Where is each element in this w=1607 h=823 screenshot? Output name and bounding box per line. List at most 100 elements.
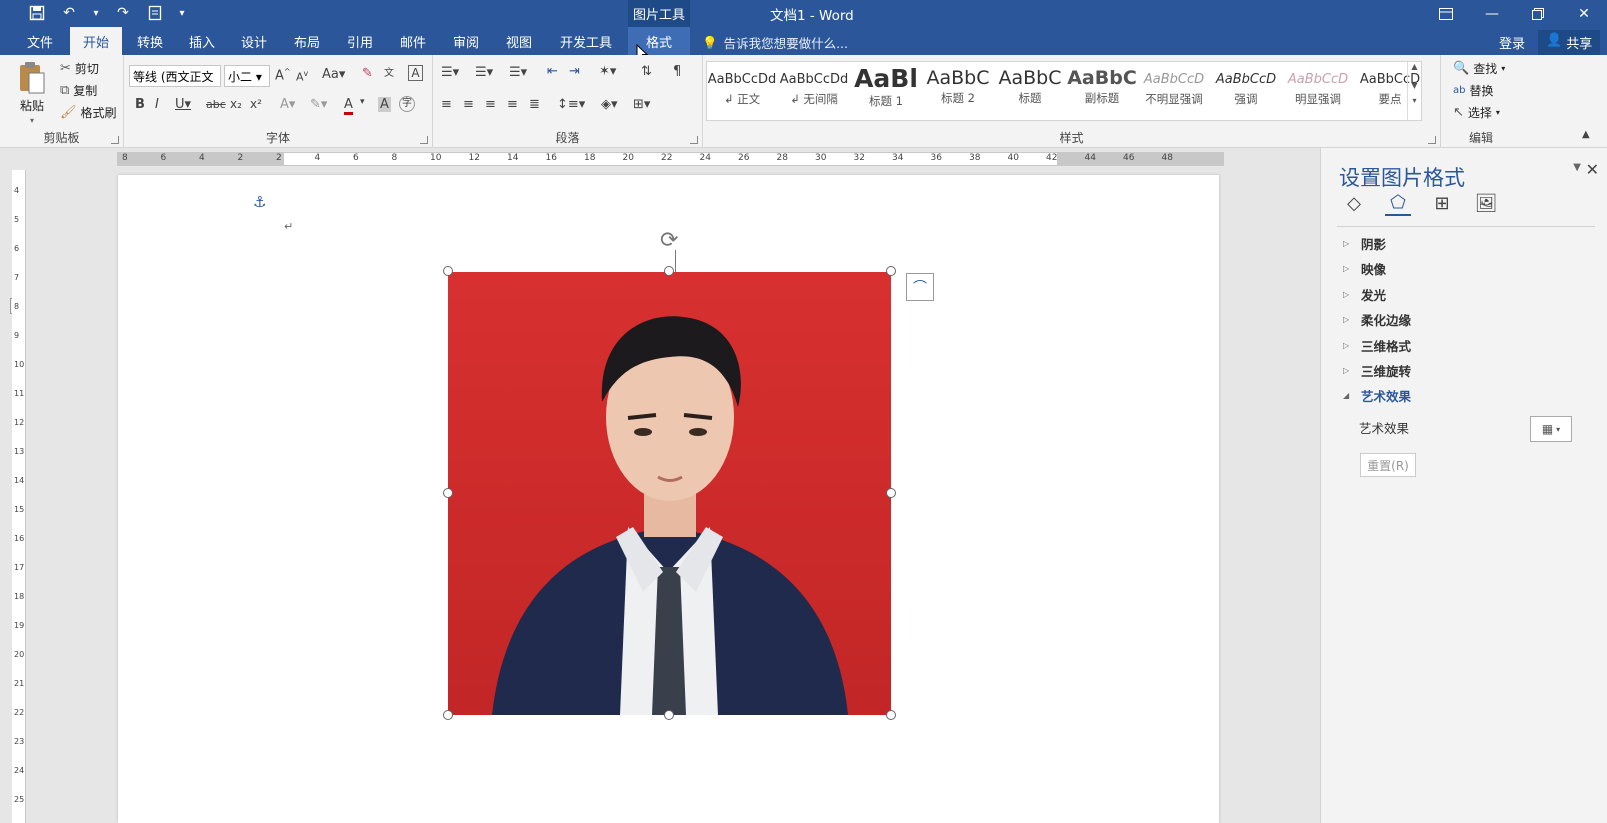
strikethrough-icon[interactable]: abc [206, 98, 226, 111]
scroll-up-icon[interactable]: ▲ [1408, 62, 1421, 71]
format-painter-button[interactable]: 🖌 格式刷 [60, 104, 117, 121]
resize-handle-e[interactable] [886, 488, 896, 498]
char-shading-icon[interactable]: A [378, 97, 391, 112]
find-button[interactable]: 🔍 查找 ▾ [1453, 60, 1505, 77]
redo-icon[interactable]: ↷ [114, 4, 132, 22]
undo-dropdown-icon[interactable]: ▾ [92, 4, 100, 22]
minimize-icon[interactable]: — [1469, 0, 1515, 27]
section-artistic-effects[interactable]: ◢ 艺术效果 [1343, 386, 1411, 405]
distributed-icon[interactable]: ≣ [529, 97, 540, 112]
paste-button[interactable]: 粘贴 ▾ [18, 61, 46, 125]
section-glow[interactable]: ▷ 发光 [1343, 285, 1386, 304]
tab-layout[interactable]: 布局 [283, 27, 331, 55]
horizontal-ruler[interactable]: 8 6 4 2 2 4 6 8 10 12 14 16 18 20 22 24 26 28 30 32 34 36 38 40… [117, 152, 1224, 166]
numbering-icon[interactable]: ☰▾ [475, 65, 493, 80]
vertical-ruler[interactable]: 4 5 6 7 8 9 10 11 12 13 14 15 16 17 18 19 20 21 22 23 24 25 [12, 170, 26, 823]
section-3d-rotation[interactable]: ▷ 三维旋转 [1343, 361, 1411, 380]
pane-close-icon[interactable]: ✕ [1586, 160, 1599, 179]
decrease-indent-icon[interactable]: ⇤ [547, 64, 558, 79]
font-name-combo[interactable]: 等线 (西文正文 [129, 65, 221, 87]
sign-in-link[interactable]: 登录 [1499, 33, 1525, 52]
ribbon-display-icon[interactable] [1423, 0, 1469, 27]
close-icon[interactable]: ✕ [1561, 0, 1607, 27]
reset-button[interactable]: 重置(R) [1360, 453, 1416, 477]
resize-handle-s[interactable] [664, 710, 674, 720]
tab-view[interactable]: 视图 [495, 27, 543, 55]
section-soft-edges[interactable]: ▷ 柔化边缘 [1343, 310, 1411, 329]
style-heading-2[interactable]: AaBbC 标题 2 [923, 62, 993, 120]
tell-me-box[interactable]: 💡 告诉我您想要做什么... [702, 33, 848, 52]
font-color-dropdown-icon[interactable]: ▾ [360, 97, 365, 107]
scroll-down-icon[interactable]: ▼ [1408, 81, 1421, 90]
style-normal[interactable]: AaBbCcDd ↲ 正文 [707, 62, 777, 120]
tab-convert[interactable]: 转换 [126, 27, 174, 55]
tab-home[interactable]: 开始 [70, 27, 122, 55]
copy-button[interactable]: ⧉ 复制 [60, 82, 97, 99]
clear-format-icon[interactable]: ✎ [362, 66, 373, 81]
bold-icon[interactable]: B [135, 97, 145, 112]
font-color-icon[interactable]: A [344, 97, 353, 115]
portrait-image[interactable] [448, 272, 891, 715]
style-no-spacing[interactable]: AaBbCcDd ↲ 无间隔 [779, 62, 849, 120]
italic-icon[interactable]: I [155, 97, 159, 112]
style-subtitle[interactable]: AaBbC 副标题 [1067, 62, 1137, 120]
tab-file[interactable]: 文件 [14, 27, 66, 55]
effects-icon[interactable]: ⬠ [1385, 190, 1411, 216]
resize-handle-w[interactable] [443, 488, 453, 498]
change-case-icon[interactable]: Aa▾ [322, 67, 345, 82]
increase-indent-icon[interactable]: ⇥ [569, 64, 580, 79]
multilevel-list-icon[interactable]: ☰▾ [509, 65, 527, 80]
resize-handle-sw[interactable] [443, 710, 453, 720]
share-button[interactable]: 👤 共享 [1538, 30, 1601, 55]
bullets-icon[interactable]: ☰▾ [441, 65, 459, 80]
highlight-icon[interactable]: ✎▾ [310, 97, 327, 112]
paragraph-launcher-icon[interactable] [690, 136, 698, 144]
size-layout-icon[interactable]: ⊞ [1429, 190, 1455, 216]
phonetic-guide-icon[interactable]: 文 [384, 64, 394, 79]
cut-button[interactable]: ✂ 剪切 [60, 60, 99, 77]
sort-icon[interactable]: ⇅ [641, 64, 652, 79]
tab-design[interactable]: 设计 [230, 27, 278, 55]
resize-handle-n[interactable] [664, 266, 674, 276]
restore-icon[interactable] [1515, 0, 1561, 27]
borders-icon[interactable]: ⊞▾ [633, 97, 650, 112]
styles-more-icon[interactable]: ▾ [1408, 96, 1421, 105]
style-heading-1[interactable]: AaBl 标题 1 [851, 62, 921, 120]
section-reflection[interactable]: ▷ 映像 [1343, 259, 1386, 278]
resize-handle-nw[interactable] [443, 266, 453, 276]
style-title[interactable]: AaBbC 标题 [995, 62, 1065, 120]
tab-review[interactable]: 审阅 [442, 27, 490, 55]
undo-icon[interactable]: ↶ [60, 4, 78, 22]
resize-handle-se[interactable] [886, 710, 896, 720]
print-preview-icon[interactable] [146, 4, 164, 22]
collapse-ribbon-icon[interactable]: ▲ [1582, 129, 1590, 140]
resize-handle-ne[interactable] [886, 266, 896, 276]
save-icon[interactable] [28, 4, 46, 22]
justify-icon[interactable]: ≡ [507, 97, 518, 112]
char-border-icon[interactable]: A [408, 65, 423, 81]
chinese-layout-icon[interactable]: ✶▾ [599, 64, 616, 79]
artistic-effects-dropdown[interactable]: ▦ ▾ [1530, 416, 1572, 442]
section-shadow[interactable]: ▷ 阴影 [1343, 234, 1386, 253]
replace-button[interactable]: ab 替换 [1453, 82, 1494, 99]
show-marks-icon[interactable]: ¶ [673, 64, 681, 79]
shrink-font-icon[interactable]: Av [296, 69, 308, 84]
style-subtle-emphasis[interactable]: AaBbCcD 不明显强调 [1139, 62, 1209, 120]
align-center-icon[interactable]: ≡ [463, 97, 474, 112]
enclose-char-icon[interactable]: 字 [399, 96, 415, 112]
pane-options-icon[interactable]: ▼ [1573, 162, 1581, 173]
line-spacing-icon[interactable]: ↕≡▾ [557, 97, 585, 112]
superscript-icon[interactable]: x² [250, 97, 262, 111]
customize-qat-icon[interactable]: ▾ [178, 4, 186, 22]
tab-references[interactable]: 引用 [336, 27, 384, 55]
styles-launcher-icon[interactable] [1428, 136, 1436, 144]
picture-icon[interactable]: 🖼 [1473, 190, 1499, 216]
grow-font-icon[interactable]: A^ [275, 67, 291, 83]
align-left-icon[interactable]: ≡ [441, 97, 452, 112]
underline-icon[interactable]: U▾ [175, 97, 191, 112]
style-emphasis[interactable]: AaBbCcD 强调 [1211, 62, 1281, 120]
text-effects-icon[interactable]: A▾ [280, 97, 295, 112]
layout-options-icon[interactable]: ⌒ [906, 273, 934, 301]
tab-insert[interactable]: 插入 [178, 27, 226, 55]
clipboard-launcher-icon[interactable] [111, 136, 119, 144]
